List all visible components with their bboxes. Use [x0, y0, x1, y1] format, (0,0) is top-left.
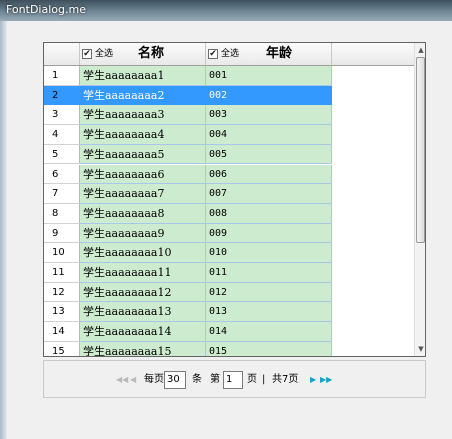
- table-row[interactable]: 10 学生aaaaaaaa10 010: [44, 243, 414, 263]
- row-number-cell[interactable]: 13: [44, 302, 80, 323]
- select-all-name-label: 全选: [95, 49, 114, 59]
- name-cell[interactable]: 学生aaaaaaaa4: [80, 125, 206, 145]
- window-border: [0, 21, 7, 439]
- row-number-cell[interactable]: 5: [44, 144, 80, 165]
- row-number-cell[interactable]: 7: [44, 184, 80, 204]
- row-number-cell[interactable]: 4: [44, 125, 80, 145]
- table-row[interactable]: 15 学生aaaaaaaa15 015: [44, 341, 414, 356]
- table-row[interactable]: 3 学生aaaaaaaa3 003: [44, 105, 414, 126]
- table-row[interactable]: 1 学生aaaaaaaa1 001: [44, 66, 414, 86]
- age-cell[interactable]: 015: [206, 341, 332, 356]
- name-cell[interactable]: 学生aaaaaaaa5: [80, 144, 206, 165]
- pager: ◀◀ ◀ 每页 30 条 第 1 页 | 共7页 ▶ ▶▶: [116, 371, 366, 389]
- age-cell[interactable]: 009: [206, 223, 332, 244]
- row-number-cell[interactable]: 6: [44, 164, 80, 185]
- age-cell[interactable]: 003: [206, 105, 332, 126]
- first-page-icon[interactable]: ◀◀: [116, 371, 128, 389]
- age-cell[interactable]: 002: [206, 85, 332, 106]
- row-number-cell[interactable]: 8: [44, 203, 80, 224]
- pager-separator: |: [262, 374, 266, 385]
- table-row[interactable]: 13 学生aaaaaaaa13 013: [44, 302, 414, 323]
- scrollbar-thumb[interactable]: [416, 57, 425, 243]
- row-number-cell[interactable]: 12: [44, 282, 80, 303]
- name-cell[interactable]: 学生aaaaaaaa10: [80, 243, 206, 263]
- age-cell[interactable]: 010: [206, 243, 332, 263]
- row-number-cell[interactable]: 9: [44, 223, 80, 244]
- prev-page-icon[interactable]: ◀: [130, 371, 136, 389]
- name-cell[interactable]: 学生aaaaaaaa12: [80, 282, 206, 303]
- column-header-name[interactable]: ✔ 全选 名称: [80, 43, 206, 65]
- table-row[interactable]: 7 学生aaaaaaaa7 007: [44, 184, 414, 204]
- window-title: FontDialog.me: [6, 3, 86, 16]
- per-page-prefix: 每页: [144, 374, 164, 385]
- select-all-name-checkbox[interactable]: ✔: [82, 49, 92, 59]
- select-all-age-checkbox[interactable]: ✔: [208, 49, 218, 59]
- last-page-icon[interactable]: ▶▶: [320, 371, 332, 389]
- name-cell[interactable]: 学生aaaaaaaa8: [80, 203, 206, 224]
- name-cell[interactable]: 学生aaaaaaaa7: [80, 184, 206, 204]
- row-number-cell[interactable]: 10: [44, 243, 80, 263]
- grid-header: ✔ 全选 名称 ✔ 全选 年龄: [44, 43, 414, 66]
- row-number-cell[interactable]: 15: [44, 341, 80, 356]
- row-number-cell[interactable]: 14: [44, 322, 80, 342]
- age-cell[interactable]: 004: [206, 125, 332, 145]
- total-pages: 共7页: [272, 374, 299, 385]
- name-cell[interactable]: 学生aaaaaaaa13: [80, 302, 206, 323]
- name-cell[interactable]: 学生aaaaaaaa9: [80, 223, 206, 244]
- pager-panel: ◀◀ ◀ 每页 30 条 第 1 页 | 共7页 ▶ ▶▶: [43, 360, 426, 398]
- age-cell[interactable]: 013: [206, 302, 332, 323]
- age-cell[interactable]: 014: [206, 322, 332, 342]
- age-cell[interactable]: 006: [206, 164, 332, 185]
- table-row[interactable]: 6 学生aaaaaaaa6 006: [44, 164, 414, 185]
- name-cell[interactable]: 学生aaaaaaaa6: [80, 164, 206, 185]
- grid-body: 1 学生aaaaaaaa1 001 2 学生aaaaaaaa2 002 3 学生aaaaaaa…: [44, 66, 414, 356]
- row-number-cell[interactable]: 2: [44, 85, 80, 106]
- name-cell[interactable]: 学生aaaaaaaa14: [80, 322, 206, 342]
- row-header-corner: [44, 43, 80, 65]
- name-cell[interactable]: 学生aaaaaaaa3: [80, 105, 206, 126]
- age-cell[interactable]: 005: [206, 144, 332, 165]
- per-page-input[interactable]: 30: [164, 371, 186, 389]
- name-cell[interactable]: 学生aaaaaaaa2: [80, 85, 206, 106]
- page-prefix: 第: [210, 374, 220, 385]
- window-titlebar: FontDialog.me: [0, 0, 452, 21]
- column-header-age[interactable]: ✔ 全选 年龄: [206, 43, 332, 65]
- name-cell[interactable]: 学生aaaaaaaa11: [80, 263, 206, 283]
- page-suffix: 页: [247, 374, 257, 385]
- table-row[interactable]: 11 学生aaaaaaaa11 011: [44, 263, 414, 283]
- table-row[interactable]: 12 学生aaaaaaaa12 012: [44, 282, 414, 303]
- select-all-age-label: 全选: [221, 49, 240, 59]
- scroll-up-arrow-icon[interactable]: ▲: [415, 44, 425, 56]
- row-number-cell[interactable]: 1: [44, 66, 80, 86]
- age-cell[interactable]: 008: [206, 203, 332, 224]
- next-page-icon[interactable]: ▶: [310, 371, 316, 389]
- age-cell[interactable]: 007: [206, 184, 332, 204]
- data-grid: ✔ 全选 名称 ✔ 全选 年龄 1 学生aaaaaaaa1 001 2 学生aaaaaa…: [43, 42, 426, 357]
- table-row[interactable]: 4 学生aaaaaaaa4 004: [44, 125, 414, 145]
- vertical-scrollbar[interactable]: ▲ ▼: [414, 43, 425, 356]
- age-cell[interactable]: 012: [206, 282, 332, 303]
- age-cell[interactable]: 001: [206, 66, 332, 86]
- table-row[interactable]: 5 学生aaaaaaaa5 005: [44, 144, 414, 165]
- column-title-name: 名称: [138, 46, 165, 61]
- age-cell[interactable]: 011: [206, 263, 332, 283]
- page-number-input[interactable]: 1: [223, 371, 243, 389]
- scroll-down-arrow-icon[interactable]: ▼: [415, 343, 425, 355]
- table-row[interactable]: 14 学生aaaaaaaa14 014: [44, 322, 414, 342]
- table-row[interactable]: 8 学生aaaaaaaa8 008: [44, 203, 414, 224]
- row-number-cell[interactable]: 3: [44, 105, 80, 126]
- per-page-suffix: 条: [192, 374, 202, 385]
- name-cell[interactable]: 学生aaaaaaaa1: [80, 66, 206, 86]
- table-row[interactable]: 9 学生aaaaaaaa9 009: [44, 223, 414, 244]
- row-number-cell[interactable]: 11: [44, 263, 80, 283]
- table-row[interactable]: 2 学生aaaaaaaa2 002: [44, 85, 414, 106]
- name-cell[interactable]: 学生aaaaaaaa15: [80, 341, 206, 356]
- column-title-age: 年龄: [266, 46, 293, 61]
